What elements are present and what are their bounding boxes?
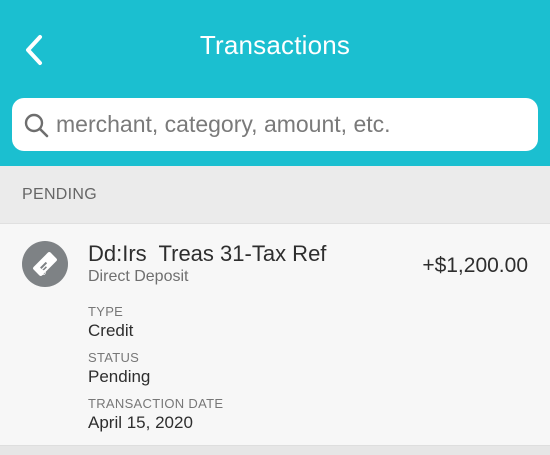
search-input[interactable] <box>56 104 538 145</box>
search-icon <box>22 111 50 139</box>
svg-text:D: D <box>41 270 46 277</box>
page-title: Transactions <box>199 30 351 60</box>
status-value: Pending <box>88 367 151 386</box>
transaction-date-label: TRANSACTION DATE <box>88 396 224 411</box>
transaction-date-value: April 15, 2020 <box>88 413 193 432</box>
transaction-amount: +$1,200.00 <box>422 254 528 277</box>
app-header: Transactions <box>0 0 550 166</box>
transaction-item[interactable]: D Dd:Irs Treas 31-Tax Ref Direct Deposit… <box>0 225 550 445</box>
type-value: Credit <box>88 321 134 340</box>
status-label: STATUS <box>88 350 140 365</box>
section-label: PENDING <box>22 186 97 203</box>
list-bottom-divider <box>0 445 550 455</box>
section-header-pending: PENDING <box>0 166 550 224</box>
search-bar[interactable] <box>12 98 538 151</box>
type-label: TYPE <box>88 304 124 319</box>
transaction-category: Direct Deposit <box>88 268 189 285</box>
deposit-check-icon: D <box>22 241 68 287</box>
merchant-name: Dd:Irs Treas 31-Tax Ref <box>88 241 327 266</box>
